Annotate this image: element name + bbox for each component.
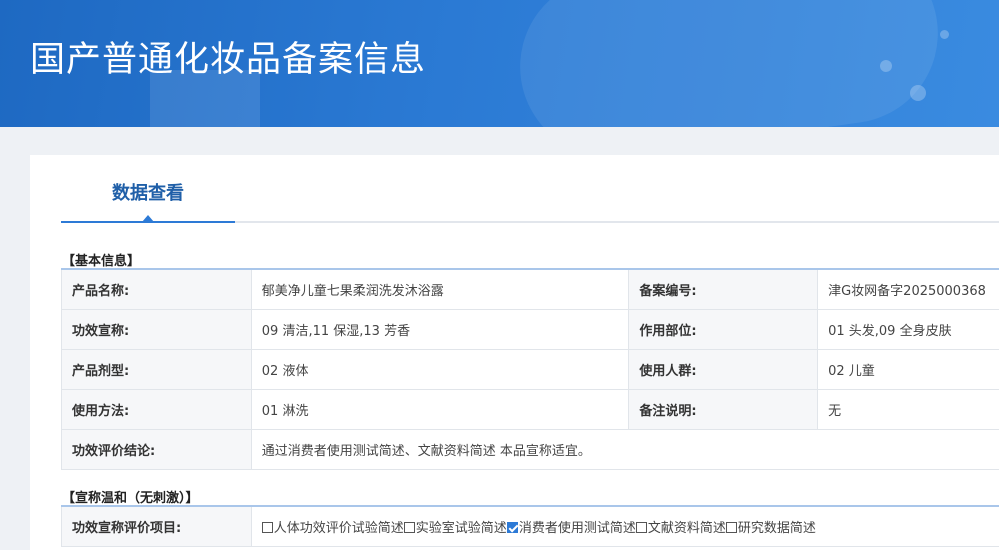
checkbox-label: 文献资料简述: [647, 520, 726, 536]
checkbox-item[interactable]: 消费者使用测试简述: [506, 520, 636, 536]
table-row: 功效宣称评价项目: 人体功效评价试验简述 实验室试验简述 消费者使用测试简述 文献资料…: [61, 505, 999, 547]
table-row: 产品剂型: 02 液体 使用人群: 02 儿童: [61, 348, 999, 390]
field-value: 通过消费者使用测试简述、文献资料简述 本品宣称适宜。: [250, 428, 999, 470]
checkbox-label: 实验室试验简述: [415, 520, 507, 536]
field-value: 01 头发,09 全身皮肤: [817, 308, 999, 350]
section-title-claim: 【宣称温和（无刺激）】: [62, 491, 199, 506]
content-panel: 数据查看 【基本信息】 产品名称: 郁美净儿童七果柔润洗发沐浴露 备案编号: 津…: [30, 155, 999, 550]
field-value: 津G妆网备字2025000368: [817, 268, 999, 310]
field-value: 01 淋洗: [250, 388, 630, 430]
page-title: 国产普通化妆品备案信息: [30, 40, 427, 80]
checkbox[interactable]: [635, 521, 647, 533]
field-label: 产品名称:: [61, 268, 252, 310]
claim-table: 功效宣称评价项目: 人体功效评价试验简述 实验室试验简述 消费者使用测试简述 文献资料…: [61, 505, 999, 547]
checkbox-item[interactable]: 文献资料简述: [635, 520, 726, 536]
header-banner: 国产普通化妆品备案信息: [0, 0, 999, 127]
field-label: 使用方法:: [61, 388, 252, 430]
tab-bar: 数据查看: [61, 155, 999, 223]
banner-decoration: [880, 60, 892, 72]
table-row: 功效评价结论: 通过消费者使用测试简述、文献资料简述 本品宣称适宜。: [61, 428, 999, 470]
field-label: 使用人群:: [628, 348, 819, 390]
field-value: 02 液体: [250, 348, 630, 390]
field-label: 功效宣称评价项目:: [61, 505, 252, 547]
field-label: 功效评价结论:: [61, 428, 252, 470]
field-label: 功效宣称:: [61, 308, 252, 350]
tab-label: 数据查看: [112, 183, 184, 204]
checkbox-label: 消费者使用测试简述: [518, 520, 636, 536]
checkbox-checked[interactable]: [506, 521, 518, 533]
claim-checkbox-group: 人体功效评价试验简述 实验室试验简述 消费者使用测试简述 文献资料简述 研究数据简述: [250, 505, 999, 547]
checkbox-label: 人体功效评价试验简述: [273, 520, 404, 536]
table-row: 使用方法: 01 淋洗 备注说明: 无: [61, 388, 999, 430]
table-row: 功效宣称: 09 清洁,11 保湿,13 芳香 作用部位: 01 头发,09 全…: [61, 308, 999, 350]
banner-decoration: [940, 30, 949, 39]
tab-data-view[interactable]: 数据查看: [61, 155, 235, 223]
field-value: 郁美净儿童七果柔润洗发沐浴露: [250, 268, 630, 310]
basic-info-table: 产品名称: 郁美净儿童七果柔润洗发沐浴露 备案编号: 津G妆网备字2025000…: [61, 268, 999, 470]
field-value: 无: [817, 388, 999, 430]
checkbox[interactable]: [403, 521, 415, 533]
table-row: 产品名称: 郁美净儿童七果柔润洗发沐浴露 备案编号: 津G妆网备字2025000…: [61, 268, 999, 310]
banner-decoration: [910, 85, 926, 101]
field-label: 产品剂型:: [61, 348, 252, 390]
checkbox[interactable]: [261, 521, 273, 533]
checkbox[interactable]: [725, 521, 737, 533]
checkbox-item[interactable]: 实验室试验简述: [403, 520, 507, 536]
field-value: 02 儿童: [817, 348, 999, 390]
section-title-basic: 【基本信息】: [62, 254, 141, 269]
field-label: 作用部位:: [628, 308, 819, 350]
field-value: 09 清洁,11 保湿,13 芳香: [250, 308, 630, 350]
checkbox-label: 研究数据简述: [737, 520, 816, 536]
field-label: 备案编号:: [628, 268, 819, 310]
field-label: 备注说明:: [628, 388, 819, 430]
checkbox-item[interactable]: 人体功效评价试验简述: [261, 520, 404, 536]
checkbox-item[interactable]: 研究数据简述: [725, 520, 816, 536]
tab-indicator: [142, 215, 154, 222]
